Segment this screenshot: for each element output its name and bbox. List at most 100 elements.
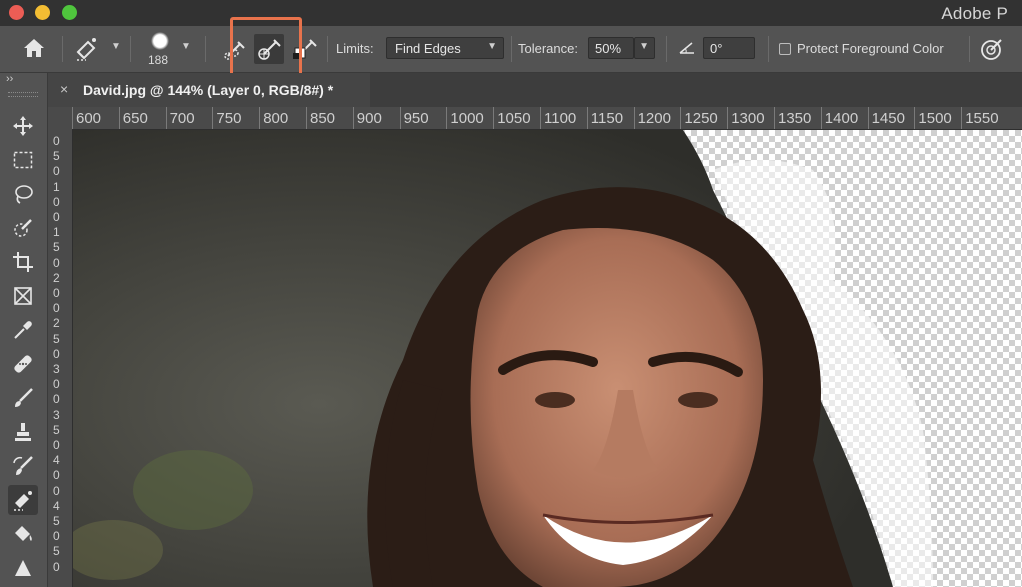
frame-tool-icon[interactable] — [8, 281, 38, 311]
ruler-tick-label: 600 — [76, 110, 102, 127]
ruler-tick-line — [118, 107, 120, 129]
ruler-digit: 2 — [53, 270, 60, 285]
ruler-digit: 3 — [53, 407, 60, 422]
ruler-tick-line — [259, 107, 261, 129]
ruler-tick-label: 650 — [122, 110, 148, 127]
ruler-digit: 5 — [53, 544, 60, 559]
app-title: Adobe P — [941, 4, 1008, 23]
paint-bucket-tool-icon[interactable] — [8, 519, 38, 549]
ruler-tick-line — [633, 107, 635, 129]
separator — [130, 36, 131, 62]
limits-dropdown[interactable]: Find Edges ▼ — [386, 37, 504, 59]
ruler-tick-label: 1100 — [544, 110, 577, 127]
ruler-digit: 4 — [53, 498, 60, 513]
photo-portrait — [73, 130, 933, 587]
ruler-tick-label: 750 — [216, 110, 242, 127]
ruler-digit: 4 — [53, 453, 60, 468]
ruler-digit: 0 — [53, 468, 60, 483]
ruler-digit: 5 — [53, 240, 60, 255]
ruler-tick-label: 1050 — [497, 110, 531, 127]
panel-expand-icon[interactable]: ›› — [6, 73, 13, 85]
quick-selection-tool-icon[interactable] — [8, 213, 38, 243]
ruler-digit: 0 — [53, 286, 60, 300]
ruler-tick-label: 1250 — [684, 110, 718, 127]
ruler-tick-line — [399, 107, 401, 129]
sharpen-tool-icon[interactable] — [8, 553, 38, 583]
ruler-digit: 3 — [53, 362, 60, 376]
ruler-tick-label: 1400 — [824, 110, 859, 127]
ruler-tick-label: 1150 — [590, 110, 624, 127]
lasso-tool-icon[interactable] — [8, 179, 38, 209]
ruler-tick-line — [727, 107, 729, 129]
tolerance-dropdown[interactable]: ▼ — [634, 37, 655, 59]
chevron-down-icon: ▼ — [487, 41, 497, 52]
ruler-tick-label: 950 — [403, 110, 429, 127]
panel-grip[interactable] — [8, 92, 38, 97]
ruler-tick-line — [306, 107, 307, 129]
sampling-highlight-box — [230, 17, 302, 79]
background-eraser-tool-icon[interactable] — [8, 485, 38, 515]
separator — [768, 36, 769, 62]
document-tab[interactable]: × David.jpg @ 144% (Layer 0, RGB/8#) * — [48, 73, 370, 107]
ruler-digit: 0 — [53, 392, 60, 407]
chevron-down-icon[interactable]: ▼ — [181, 41, 191, 52]
angle-input[interactable]: 0° — [703, 37, 755, 59]
ruler-tick-line — [961, 107, 963, 129]
tools-panel: ›› — [0, 73, 48, 587]
chevron-down-icon: ▼ — [639, 41, 649, 52]
document-canvas[interactable] — [73, 130, 1022, 587]
separator — [62, 36, 63, 62]
tolerance-label: Tolerance: — [518, 41, 578, 56]
home-icon[interactable] — [22, 37, 46, 64]
marquee-tool-icon[interactable] — [8, 145, 38, 175]
tolerance-input[interactable]: 50% — [588, 37, 634, 59]
ruler-tick-line — [586, 107, 588, 129]
ruler-digit: 0 — [53, 134, 60, 148]
pressure-size-icon[interactable] — [979, 36, 1005, 67]
angle-icon — [678, 41, 696, 60]
ruler-tick-line — [446, 107, 448, 129]
brush-tool-icon[interactable] — [8, 383, 38, 413]
title-bar: Adobe P — [0, 0, 1022, 26]
ruler-digit: 0 — [53, 438, 60, 452]
ruler-digit: 5 — [53, 422, 60, 437]
clone-stamp-tool-icon[interactable] — [8, 417, 38, 447]
ruler-digit: 1 — [53, 179, 60, 194]
history-brush-tool-icon[interactable] — [8, 451, 38, 481]
separator — [327, 36, 328, 62]
ruler-tick-label: 700 — [169, 110, 195, 127]
ruler-digit: 5 — [53, 149, 60, 164]
close-tab-icon[interactable]: × — [60, 81, 68, 97]
crop-tool-icon[interactable] — [8, 247, 38, 277]
background-eraser-tool-preset-icon[interactable] — [72, 34, 102, 69]
ruler-tick-label: 900 — [356, 110, 382, 127]
ruler-digit: 0 — [53, 194, 60, 209]
ruler-tick-label: 1000 — [450, 110, 484, 127]
ruler-tick-label: 1350 — [778, 110, 812, 127]
healing-brush-tool-icon[interactable] — [8, 349, 38, 379]
ruler-digit: 0 — [53, 164, 60, 179]
ruler-tick-label: 800 — [263, 110, 289, 127]
protect-foreground-checkbox[interactable] — [779, 43, 791, 55]
ruler-tick-line — [165, 107, 167, 129]
ruler-tick-line — [72, 107, 73, 129]
ruler-digit: 0 — [53, 255, 60, 270]
horizontal-ruler: 600 650 700 750 800 850 900 950 1000 1050 1100 1150… — [48, 107, 1022, 130]
zoom-window-button[interactable] — [62, 5, 77, 20]
close-window-button[interactable] — [9, 5, 24, 20]
ruler-digit: 0 — [53, 483, 60, 498]
ruler-tick-line — [914, 107, 916, 129]
document-tab-bar: × David.jpg @ 144% (Layer 0, RGB/8#) * — [48, 73, 1022, 107]
ruler-tick-label: 1300 — [731, 110, 765, 127]
ruler-digit: 0 — [53, 210, 60, 224]
minimize-window-button[interactable] — [35, 5, 50, 20]
ruler-tick-line — [212, 107, 214, 129]
chevron-down-icon[interactable]: ▼ — [111, 41, 121, 52]
ruler-digit: 5 — [53, 514, 60, 528]
ruler-digit: 5 — [53, 331, 60, 346]
separator — [205, 36, 206, 62]
ruler-tick-line — [680, 107, 682, 129]
eyedropper-tool-icon[interactable] — [8, 315, 38, 345]
move-tool-icon[interactable] — [8, 111, 38, 141]
ruler-tick-line — [820, 107, 822, 129]
